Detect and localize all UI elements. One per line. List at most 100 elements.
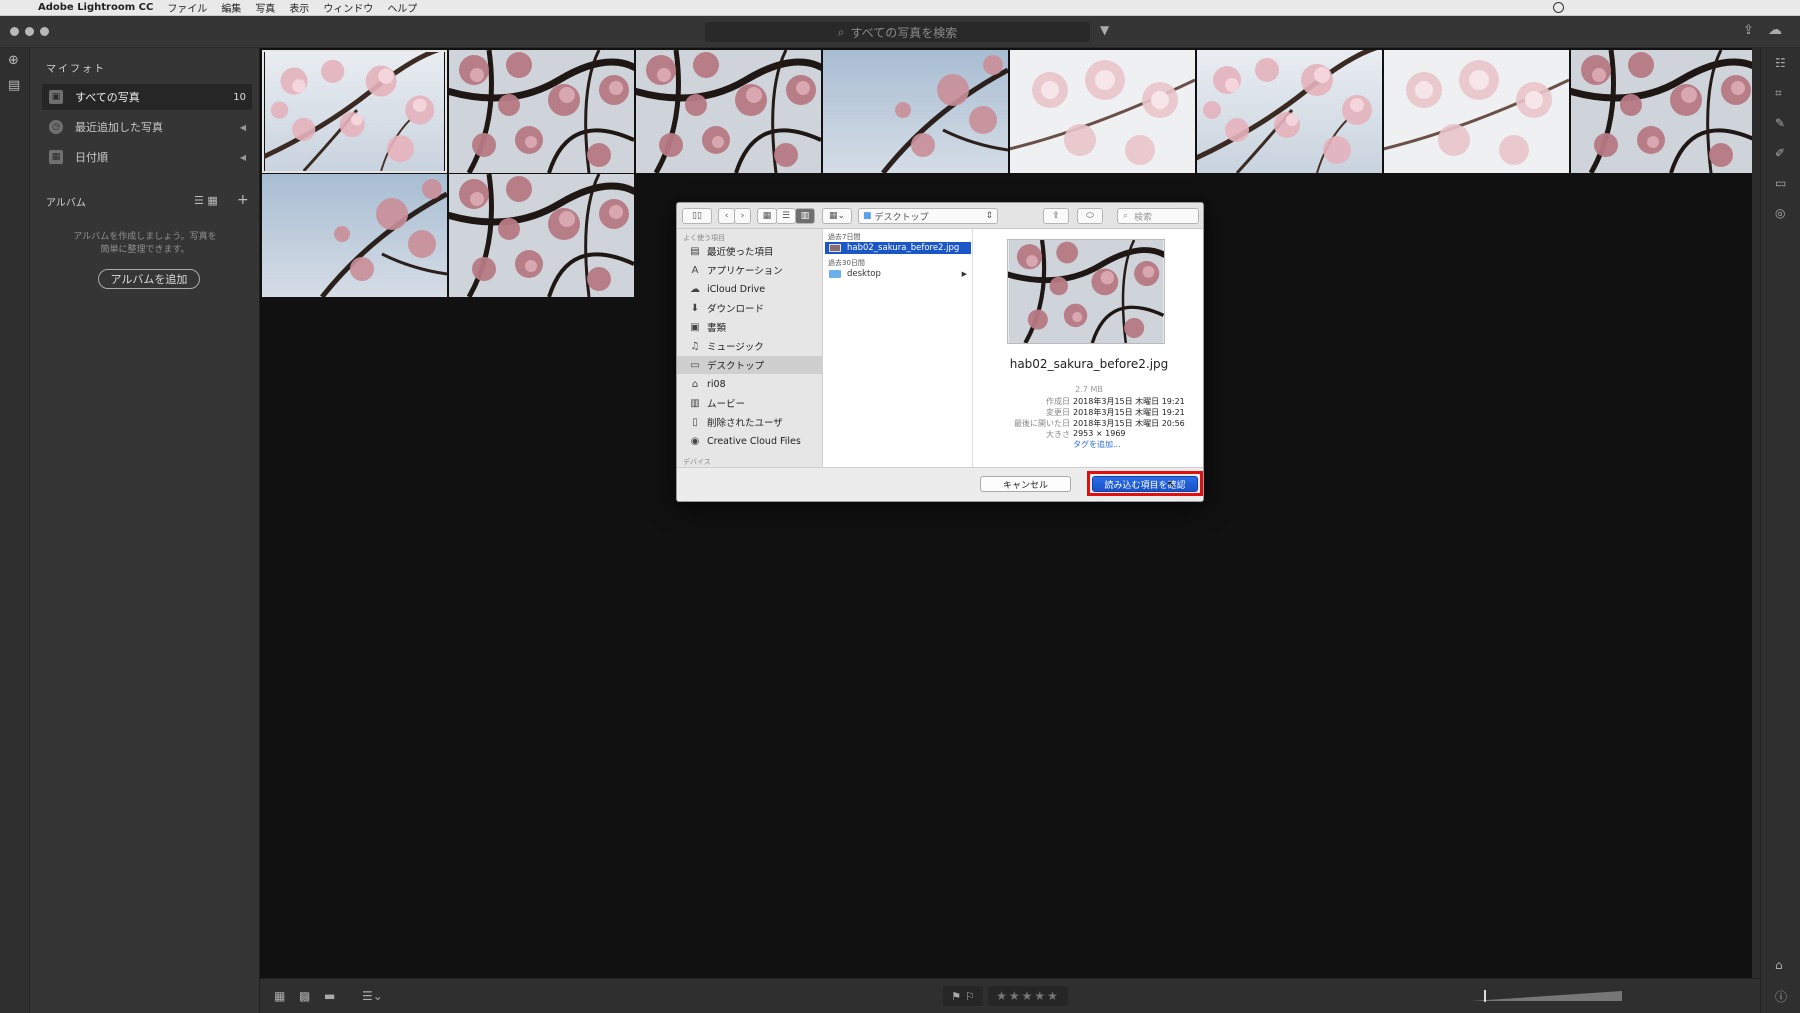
search-input[interactable]: ⌕ すべての写真を検索	[705, 22, 1090, 42]
music-icon: ♫	[690, 340, 700, 352]
location-dropdown[interactable]: ■ デスクトップ ⇕	[858, 208, 998, 224]
star-icon[interactable]: ★	[1034, 989, 1047, 1003]
chevron-left-icon[interactable]: ◀	[240, 153, 246, 162]
photo-thumbnail[interactable]	[262, 174, 447, 297]
thumbnail-size-slider[interactable]	[1472, 990, 1622, 1002]
cancel-button[interactable]: キャンセル	[980, 476, 1071, 492]
group-last-30-days: 過去30日間	[828, 259, 865, 267]
sidebar-item-documents[interactable]: ▣ 書類	[677, 318, 823, 336]
preview-image	[1007, 239, 1165, 344]
star-icon[interactable]: ★	[1047, 989, 1060, 1003]
photo-grid-view-icon[interactable]: ▦	[274, 989, 285, 1003]
folder-icon	[829, 270, 841, 278]
list-view-icon[interactable]: ☰	[776, 208, 796, 224]
sidebar-item-deleted-users[interactable]: ▯ 削除されたユーザ	[677, 413, 823, 431]
star-icon[interactable]: ★	[1022, 989, 1035, 1003]
sidebar-item-downloads[interactable]: ⬇ ダウンロード	[677, 299, 823, 317]
add-album-button[interactable]: アルバムを追加	[98, 269, 200, 289]
reject-flag-icon[interactable]: ⚐	[965, 990, 975, 1003]
photo-thumbnail[interactable]	[1010, 50, 1195, 173]
menu-view[interactable]: 表示	[289, 0, 309, 15]
modified-label: 変更日	[1046, 408, 1070, 417]
column-view-icon[interactable]: ▥	[795, 208, 815, 224]
linear-gradient-icon[interactable]: ▭	[1775, 176, 1786, 190]
photo-thumbnail[interactable]	[449, 174, 634, 297]
review-import-button[interactable]: 読み込む項目を確認	[1092, 476, 1198, 492]
minimize-window-button[interactable]	[25, 27, 34, 36]
sidebar-item-applications[interactable]: A アプリケーション	[677, 261, 823, 279]
nav-all-photos[interactable]: ▣ すべての写真 10	[42, 84, 252, 110]
grid-scrollbar[interactable]	[1752, 48, 1760, 978]
back-icon[interactable]: ‹	[718, 208, 735, 224]
photo-thumbnail[interactable]	[636, 50, 821, 173]
sidebar-item-movies[interactable]: ▥ ムービー	[677, 394, 823, 412]
photo-thumbnail[interactable]	[823, 50, 1008, 173]
list-grid-toggle-icon[interactable]: ☰ ▦	[194, 194, 218, 207]
crop-icon[interactable]: ⌗	[1775, 86, 1782, 101]
tag-icon[interactable]: ⌂	[1775, 958, 1783, 972]
dimensions-label: 大きさ	[1046, 430, 1070, 439]
file-name: hab02_sakura_before2.jpg	[847, 243, 960, 253]
menu-window[interactable]: ウィンドウ	[323, 0, 373, 15]
file-row-selected[interactable]: hab02_sakura_before2.jpg	[825, 242, 971, 254]
photo-thumbnail[interactable]	[449, 50, 634, 173]
square-grid-view-icon[interactable]: ▩	[299, 989, 310, 1003]
add-photos-icon[interactable]: ⊕	[8, 53, 19, 68]
photo-thumbnail[interactable]	[1197, 50, 1382, 173]
sidebar-item-recents[interactable]: ▤ 最近使った項目	[677, 242, 823, 260]
sidebar-item-home[interactable]: ⌂ ri08	[677, 375, 823, 393]
cloud-sync-icon[interactable]: ☁	[1768, 22, 1782, 38]
my-photos-panel: マイフォト ▣ すべての写真 10 ◷ 最近追加した写真 ◀ ▦ 日付順 ◀ ア…	[30, 48, 260, 1013]
info-icon[interactable]: ⓘ	[1775, 988, 1787, 1005]
sidebar-toggle-icon[interactable]: ▯▯	[682, 208, 712, 224]
folder-name: desktop	[847, 269, 881, 279]
sidebar-item-creative-cloud[interactable]: ◉ Creative Cloud Files	[677, 432, 823, 450]
folder-row[interactable]: desktop ▶	[825, 268, 971, 280]
documents-icon: ▣	[690, 321, 700, 333]
library-icon[interactable]: ▤	[8, 78, 20, 93]
close-window-button[interactable]	[10, 27, 19, 36]
tag-icon[interactable]: ⬭	[1077, 208, 1103, 224]
sidebar-item-music[interactable]: ♫ ミュージック	[677, 337, 823, 355]
screen-record-icon[interactable]	[1553, 2, 1564, 13]
star-rating[interactable]: ★ ★ ★ ★ ★	[988, 986, 1068, 1006]
menu-help[interactable]: ヘルプ	[387, 0, 417, 15]
applications-icon: A	[691, 264, 699, 276]
add-album-plus-icon[interactable]: +	[237, 192, 249, 208]
dialog-search-input[interactable]: ⌕ 検索	[1117, 208, 1199, 224]
share-icon[interactable]: ⇪	[1743, 23, 1754, 38]
photo-thumbnail[interactable]	[262, 50, 447, 173]
menu-file[interactable]: ファイル	[167, 0, 207, 15]
search-icon: ⌕	[1123, 211, 1129, 221]
photo-thumbnail[interactable]	[1571, 50, 1756, 173]
sidebar-item-icloud[interactable]: ☁ iCloud Drive	[677, 280, 823, 298]
chevron-left-icon[interactable]: ◀	[240, 123, 246, 132]
filter-icon[interactable]: ▼	[1100, 23, 1109, 37]
menu-app-name[interactable]: Adobe Lightroom CC	[38, 2, 153, 13]
zoom-window-button[interactable]	[40, 27, 49, 36]
healing-brush-icon[interactable]: ✎	[1775, 116, 1785, 130]
share-icon[interactable]: ⇪	[1043, 208, 1069, 224]
add-tags-link[interactable]: タグを追加...	[1073, 439, 1121, 450]
nav-all-photos-label: すべての写真	[75, 91, 140, 104]
nav-recently-added[interactable]: ◷ 最近追加した写真 ◀	[42, 114, 252, 140]
icon-view-icon[interactable]: ▦	[757, 208, 777, 224]
flag-buttons[interactable]: ⚑ ⚐	[943, 986, 983, 1006]
sidebar-item-label: Creative Cloud Files	[707, 435, 801, 447]
forward-icon[interactable]: ›	[734, 208, 751, 224]
group-menu-icon[interactable]: ▦⌄	[822, 208, 852, 224]
star-icon[interactable]: ★	[996, 989, 1009, 1003]
edit-sliders-icon[interactable]: ☷	[1775, 56, 1786, 70]
brush-icon[interactable]: ✐	[1775, 146, 1785, 160]
mouse-cursor-icon: ↖	[1167, 478, 1177, 491]
radial-gradient-icon[interactable]: ◎	[1775, 206, 1785, 220]
star-icon[interactable]: ★	[1009, 989, 1022, 1003]
sidebar-item-desktop[interactable]: ▭ デスクトップ	[677, 356, 823, 374]
pick-flag-icon[interactable]: ⚑	[951, 990, 961, 1003]
menu-photo[interactable]: 写真	[255, 0, 275, 15]
photo-thumbnail[interactable]	[1384, 50, 1569, 173]
sort-icon[interactable]: ☰⌄	[362, 989, 383, 1003]
detail-view-icon[interactable]: ▬	[324, 989, 335, 1003]
nav-by-date[interactable]: ▦ 日付順 ◀	[42, 144, 252, 170]
menu-edit[interactable]: 編集	[221, 0, 241, 15]
